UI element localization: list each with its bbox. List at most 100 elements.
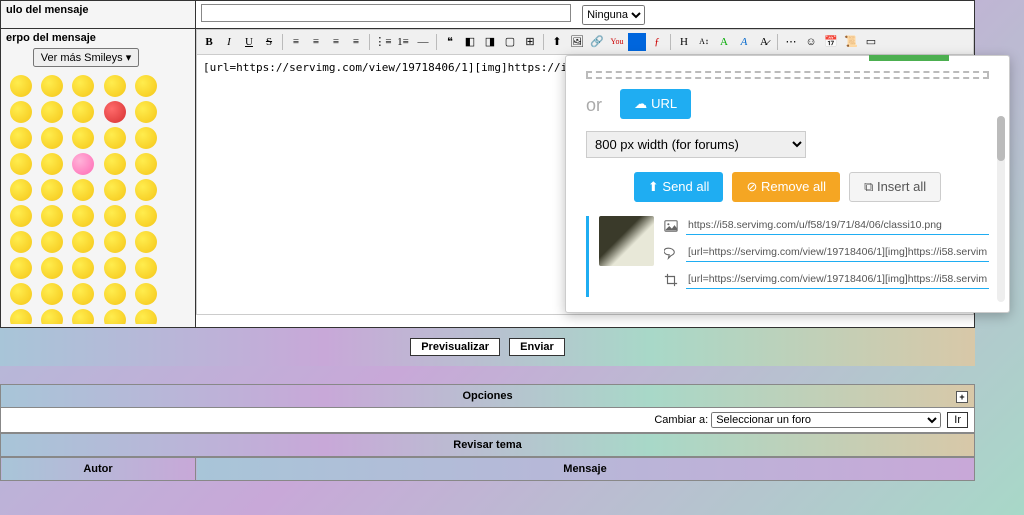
underline-icon[interactable]: U [240, 33, 258, 51]
smiley-icon[interactable] [72, 231, 94, 253]
url-button[interactable]: ☁URL [620, 89, 691, 119]
smiley-icon[interactable] [72, 153, 94, 175]
options-section[interactable]: Opciones + [0, 384, 975, 408]
smiley-icon[interactable] [135, 283, 157, 305]
strike-icon[interactable]: S [260, 33, 278, 51]
smiley-icon[interactable] [135, 205, 157, 227]
smiley-icon[interactable] [72, 75, 94, 97]
smiley-icon[interactable] [104, 205, 126, 227]
align-center-icon[interactable]: ≡ [307, 33, 325, 51]
width-select[interactable]: 800 px width (for forums) [586, 131, 806, 158]
smiley-icon[interactable] [41, 179, 63, 201]
smiley-icon[interactable] [10, 231, 32, 253]
smiley-icon[interactable] [72, 283, 94, 305]
smiley-icon[interactable] [41, 127, 63, 149]
date-icon[interactable]: 📅 [822, 33, 840, 51]
smiley-icon[interactable] [10, 127, 32, 149]
category-select[interactable]: Ninguna [582, 5, 645, 25]
list-ul-icon[interactable]: ⋮≡ [374, 33, 392, 51]
smiley-icon[interactable] [135, 231, 157, 253]
smiley-icon[interactable] [41, 283, 63, 305]
spoiler-icon[interactable]: ◨ [481, 33, 499, 51]
remove-all-button[interactable]: ⊘ Remove all [732, 172, 840, 202]
align-justify-icon[interactable]: ≡ [347, 33, 365, 51]
smiley-icon[interactable] [135, 257, 157, 279]
smiley-icon[interactable] [104, 127, 126, 149]
list-ol-icon[interactable]: 1≡ [394, 33, 412, 51]
scroll-icon[interactable]: 📜 [842, 33, 860, 51]
send-all-button[interactable]: ⬆ Send all [634, 172, 724, 202]
flash-icon[interactable]: ƒ [648, 33, 666, 51]
more-smileys-button[interactable]: Ver más Smileys ▾ [33, 48, 140, 67]
youtube-icon[interactable]: You [608, 33, 626, 51]
preview-button[interactable]: Previsualizar [410, 338, 500, 356]
smiley-icon[interactable] [10, 283, 32, 305]
smiley-icon[interactable] [72, 257, 94, 279]
font-icon[interactable]: A [735, 33, 753, 51]
align-right-icon[interactable]: ≡ [327, 33, 345, 51]
smiley-icon[interactable] [10, 309, 32, 324]
dropzone[interactable] [586, 71, 989, 79]
smiley-icon[interactable] [10, 205, 32, 227]
more-icon[interactable]: ⋯ [782, 33, 800, 51]
smiley-icon[interactable] [10, 257, 32, 279]
host-image-icon[interactable]: ⬆ [548, 33, 566, 51]
italic-icon[interactable]: I [220, 33, 238, 51]
insert-all-button[interactable]: ⧉ Insert all [849, 172, 941, 202]
link-icon[interactable]: 🔗 [588, 33, 606, 51]
color-icon[interactable]: A [715, 33, 733, 51]
smiley-icon[interactable] [72, 127, 94, 149]
dailymotion-icon[interactable] [628, 33, 646, 51]
smiley-icon[interactable] [72, 179, 94, 201]
smiley-icon[interactable] [104, 75, 126, 97]
smiley-icon[interactable] [72, 309, 94, 324]
table-icon[interactable]: ⊞ [521, 33, 539, 51]
image-icon[interactable]: 🖼 [568, 33, 586, 51]
popup-scrollbar[interactable] [997, 116, 1005, 302]
smiley-icon[interactable] [104, 309, 126, 324]
smiley-icon[interactable] [41, 205, 63, 227]
smiley-icon[interactable] [10, 101, 32, 123]
go-button[interactable]: Ir [947, 412, 968, 428]
smiley-icon[interactable] [135, 309, 157, 324]
smiley-icon[interactable] [10, 179, 32, 201]
forum-select[interactable]: Seleccionar un foro [711, 412, 941, 428]
smiley-icon[interactable] [72, 101, 94, 123]
smiley-icon[interactable] [104, 101, 126, 123]
remove-format-icon[interactable]: A̷ [755, 33, 773, 51]
smiley-icon[interactable] [72, 205, 94, 227]
title-input[interactable] [201, 4, 571, 22]
smiley-icon[interactable] [104, 231, 126, 253]
smiley-icon[interactable] [104, 179, 126, 201]
smiley-icon[interactable] [41, 75, 63, 97]
thumb-url-input[interactable] [686, 270, 989, 289]
smiley-icon[interactable] [10, 153, 32, 175]
smiley-icon[interactable] [41, 309, 63, 324]
align-left-icon[interactable]: ≡ [287, 33, 305, 51]
bold-icon[interactable]: B [200, 33, 218, 51]
smiley-icon[interactable] [41, 101, 63, 123]
expand-icon[interactable]: + [956, 391, 968, 403]
smiley-icon[interactable] [41, 153, 63, 175]
smiley-icon[interactable] [135, 127, 157, 149]
bbcode-url-input[interactable] [686, 243, 989, 262]
emoji-icon[interactable]: ☺ [802, 33, 820, 51]
size-icon[interactable]: A↕ [695, 33, 713, 51]
smiley-icon[interactable] [10, 75, 32, 97]
quote-icon[interactable]: ❝ [441, 33, 459, 51]
smiley-icon[interactable] [135, 101, 157, 123]
smiley-icon[interactable] [135, 153, 157, 175]
smiley-icon[interactable] [104, 257, 126, 279]
source-icon[interactable]: ▭ [862, 33, 880, 51]
smiley-icon[interactable] [104, 283, 126, 305]
smiley-icon[interactable] [104, 153, 126, 175]
smiley-icon[interactable] [41, 231, 63, 253]
hidden-icon[interactable]: ▢ [501, 33, 519, 51]
send-button[interactable]: Enviar [509, 338, 565, 356]
headers-icon[interactable]: H [675, 33, 693, 51]
direct-url-input[interactable] [686, 216, 989, 235]
hr-icon[interactable]: — [414, 33, 432, 51]
code-icon[interactable]: ◧ [461, 33, 479, 51]
smiley-icon[interactable] [135, 179, 157, 201]
smiley-icon[interactable] [41, 257, 63, 279]
